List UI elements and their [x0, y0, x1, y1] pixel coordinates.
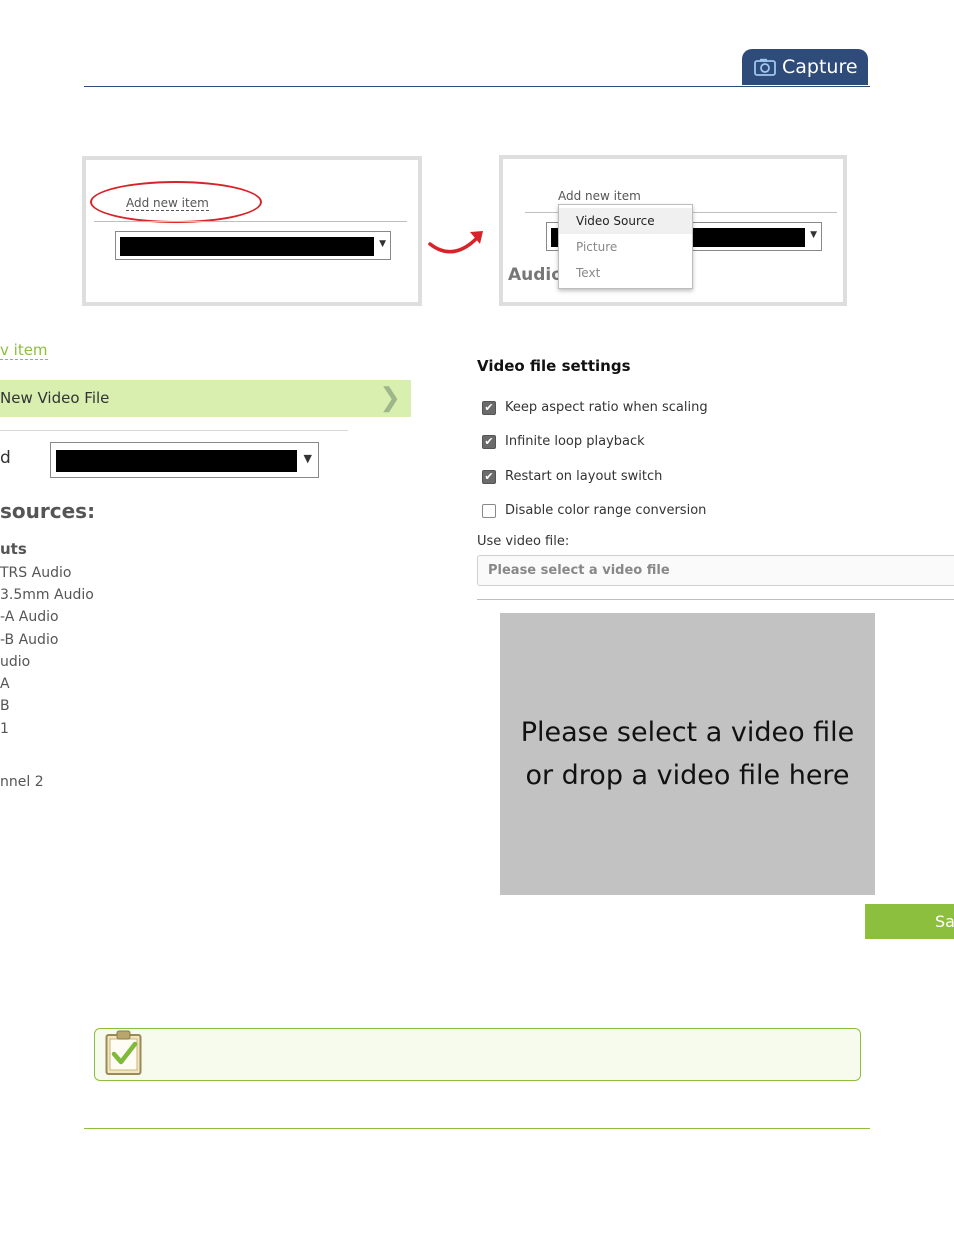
caret-down-icon: ▼	[379, 239, 386, 249]
source-item[interactable]: -A Audio	[0, 609, 59, 625]
checkbox-checked-icon[interactable]: ✔	[482, 434, 496, 449]
option-label: Disable color range conversion	[505, 503, 707, 518]
item-label: New Video File	[0, 389, 110, 407]
capture-label: Capture	[782, 56, 858, 78]
sources-heading: sources:	[0, 499, 96, 523]
add-new-item-link[interactable]: v item	[0, 341, 48, 360]
option-label: Restart on layout switch	[505, 469, 663, 484]
source-item[interactable]: A	[0, 676, 10, 692]
source-item[interactable]: udio	[0, 654, 30, 670]
example-add-item-screenshot: Add new item ▼	[82, 156, 422, 306]
add-item-menu: Video Source Picture Text	[558, 204, 693, 289]
use-video-file-label: Use video file:	[477, 534, 570, 549]
checkbox-checked-icon[interactable]: ✔	[482, 469, 496, 484]
add-new-item-link[interactable]: Add new item	[126, 196, 209, 211]
arrow-icon	[428, 231, 483, 254]
checkbox-checked-icon[interactable]: ✔	[482, 400, 496, 415]
menu-item-text[interactable]: Text	[559, 260, 692, 286]
source-select[interactable]: ▼	[50, 442, 319, 478]
video-file-select[interactable]: Please select a video file	[477, 555, 954, 586]
option-infinite-loop[interactable]: ✔ Infinite loop playback	[482, 434, 645, 449]
source-item[interactable]: nnel 2	[0, 774, 44, 790]
divider	[477, 599, 954, 600]
option-label: Infinite loop playback	[505, 434, 645, 449]
add-new-item-link[interactable]: Add new item	[558, 189, 641, 203]
caret-down-icon: ▼	[303, 452, 312, 465]
camera-icon	[754, 58, 776, 76]
new-video-file-item[interactable]: New Video File ❯	[0, 380, 411, 417]
divider	[94, 221, 407, 222]
menu-item-video-source[interactable]: Video Source	[559, 208, 692, 234]
menu-item-picture[interactable]: Picture	[559, 234, 692, 260]
clipboard-check-icon	[105, 1030, 142, 1075]
outputs-heading: uts	[0, 540, 27, 558]
drop-zone-line: or drop a video file here	[525, 760, 850, 791]
chevron-right-icon: ❯	[379, 383, 401, 413]
source-item[interactable]: 3.5mm Audio	[0, 587, 94, 603]
settings-title: Video file settings	[477, 357, 631, 375]
option-label: Keep aspect ratio when scaling	[505, 400, 708, 415]
source-item[interactable]: TRS Audio	[0, 565, 71, 581]
capture-tab: Capture	[742, 49, 868, 85]
option-restart-layout[interactable]: ✔ Restart on layout switch	[482, 469, 662, 484]
footer-divider	[84, 1128, 870, 1129]
divider	[0, 430, 348, 431]
note-box	[94, 1028, 861, 1081]
save-button[interactable]: Sa	[865, 904, 954, 939]
source-select[interactable]: ▼	[115, 231, 391, 260]
field-label-fragment: d	[0, 448, 11, 468]
option-disable-color-range[interactable]: Disable color range conversion	[482, 503, 706, 518]
caret-down-icon: ▼	[810, 230, 817, 240]
header-divider	[84, 86, 870, 87]
source-item[interactable]: 1	[0, 721, 9, 737]
source-item[interactable]: B	[0, 698, 10, 714]
video-drop-zone[interactable]: Please select a video file or drop a vid…	[500, 613, 875, 895]
checkbox-unchecked-icon[interactable]	[482, 503, 496, 518]
option-keep-aspect[interactable]: ✔ Keep aspect ratio when scaling	[482, 400, 708, 415]
drop-zone-line: Please select a video file	[520, 717, 855, 748]
source-item[interactable]: -B Audio	[0, 632, 58, 648]
example-menu-screenshot: Add new item ▼ Audio Video Source Pictur…	[499, 155, 847, 306]
audio-label-fragment: Audio	[508, 265, 563, 285]
